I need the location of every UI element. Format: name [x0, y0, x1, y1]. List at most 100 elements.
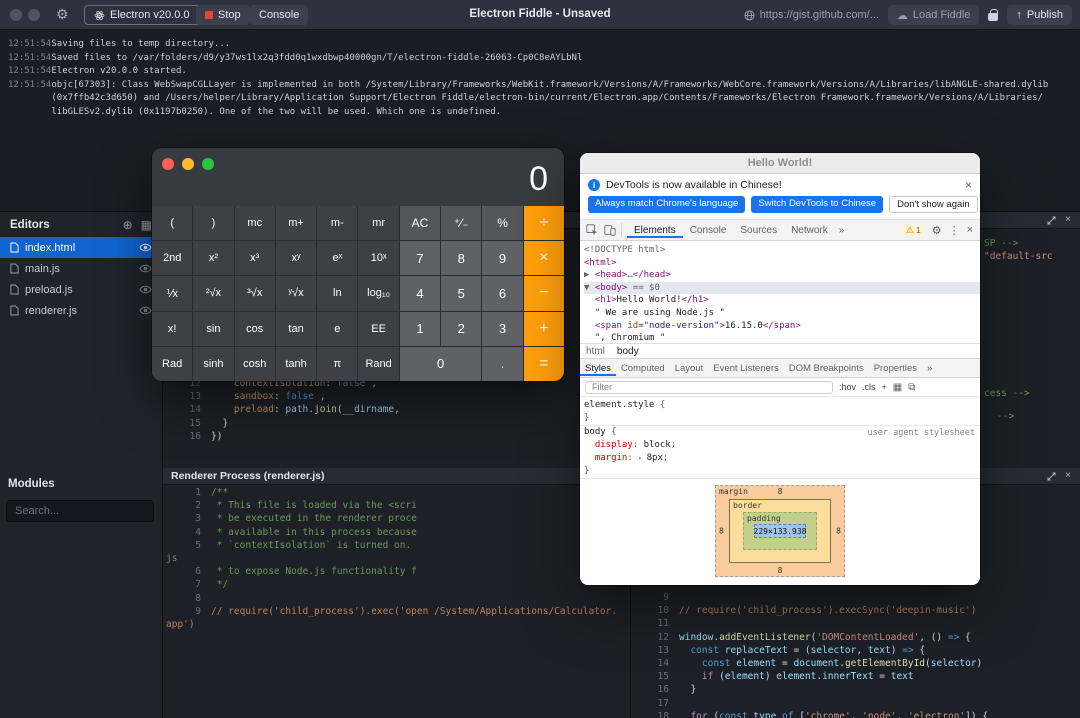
calc-key-2nd[interactable]: 2nd	[152, 241, 192, 275]
calc-key-−[interactable]: −	[524, 276, 564, 310]
calc-key-ln[interactable]: ln	[317, 276, 357, 310]
styles-tab-properties[interactable]: Properties	[869, 360, 922, 376]
dom-node[interactable]: <html>	[584, 257, 980, 270]
dom-node[interactable]: " We are using Node.js "	[584, 307, 980, 320]
device-toolbar-icon[interactable]	[604, 224, 616, 236]
styles-filter-input[interactable]	[585, 381, 833, 394]
load-fiddle-button[interactable]: ☁ Load Fiddle	[888, 5, 980, 25]
styles-tab-dom-breakpoints[interactable]: DOM Breakpoints	[784, 360, 869, 376]
breadcrumb-item-body[interactable]: body	[611, 346, 645, 357]
calc-key-x![interactable]: x!	[152, 312, 192, 346]
calc-key-Rand[interactable]: Rand	[358, 347, 398, 381]
calc-key-²√x[interactable]: ²√x	[193, 276, 233, 310]
publish-button[interactable]: ↑ Publish	[1007, 5, 1072, 25]
dom-node[interactable]: ▶ <head>…</head>	[584, 269, 980, 282]
class-toggle[interactable]: .cls	[862, 382, 876, 392]
inspect-element-icon[interactable]	[586, 224, 598, 236]
preload-code[interactable]: 910// require('child_process').execSync(…	[631, 591, 1080, 718]
calc-key-)[interactable]: )	[193, 206, 233, 240]
dom-node[interactable]: <span id="node-version">16.15.0</span>	[584, 320, 980, 333]
devtools-settings-gear-icon[interactable]: ⚙	[932, 224, 942, 237]
hello-window-titlebar[interactable]: Hello World!	[580, 153, 980, 174]
devtools-tab-elements[interactable]: Elements	[627, 222, 683, 238]
hover-state-toggle[interactable]: :hov	[839, 382, 856, 392]
styles-more-tabs-chevron[interactable]: »	[922, 360, 937, 376]
renderer-code[interactable]: 1/**2 * This file is loaded via the <scr…	[163, 486, 630, 631]
devtools-tab-network[interactable]: Network	[784, 222, 835, 238]
box-model-margin[interactable]: margin 8 8 8 8 border padding 229×133.93…	[715, 485, 845, 577]
devtools-kebab-menu-icon[interactable]: ⋮	[949, 224, 960, 237]
calc-key-+[interactable]: +	[524, 312, 564, 346]
add-editor-icon[interactable]: ⊕	[123, 218, 133, 232]
calc-key-5[interactable]: 5	[441, 276, 481, 310]
sidebar-file-index.html[interactable]: index.html	[0, 237, 162, 258]
sidebar-file-preload.js[interactable]: preload.js	[0, 279, 162, 300]
calc-key-e[interactable]: e	[317, 312, 357, 346]
calc-key-mc[interactable]: mc	[235, 206, 275, 240]
computed-grid-icon[interactable]: ▦	[893, 382, 902, 393]
box-model-content[interactable]: 229×133.938	[754, 524, 806, 538]
calc-key-=[interactable]: =	[524, 347, 564, 381]
modules-search-input[interactable]	[7, 501, 153, 521]
box-model-border[interactable]: border padding 229×133.938	[729, 499, 831, 563]
visibility-eye-icon[interactable]	[139, 306, 152, 315]
calc-key-cos[interactable]: cos	[235, 312, 275, 346]
calc-key-7[interactable]: 7	[400, 241, 440, 275]
expand-panel-icon[interactable]	[1047, 472, 1056, 481]
styles-tab-styles[interactable]: Styles	[580, 360, 616, 376]
calc-key-eˣ[interactable]: eˣ	[317, 241, 357, 275]
sidebar-file-renderer.js[interactable]: renderer.js	[0, 300, 162, 321]
calc-key-9[interactable]: 9	[482, 241, 522, 275]
calc-key-m+[interactable]: m+	[276, 206, 316, 240]
calc-key-6[interactable]: 6	[482, 276, 522, 310]
calc-key-([interactable]: (	[152, 206, 192, 240]
layout-grid-icon[interactable]: ▦	[141, 218, 152, 232]
calc-key-mr[interactable]: mr	[358, 206, 398, 240]
calc-key-π[interactable]: π	[317, 347, 357, 381]
breadcrumb-item-html[interactable]: html	[580, 346, 611, 357]
calc-key-log₁₀[interactable]: log₁₀	[358, 276, 398, 310]
expand-panel-icon[interactable]	[1047, 216, 1056, 225]
calc-key-tanh[interactable]: tanh	[276, 347, 316, 381]
infobar-button[interactable]: Always match Chrome's language	[588, 196, 745, 213]
calc-key-4[interactable]: 4	[400, 276, 440, 310]
visibility-eye-icon[interactable]	[139, 264, 152, 273]
more-tabs-chevron[interactable]: »	[835, 225, 849, 236]
calc-key-⅟x[interactable]: ⅟x	[152, 276, 192, 310]
infobar-close-icon[interactable]: ×	[965, 179, 972, 191]
visibility-eye-icon[interactable]	[139, 243, 152, 252]
calc-key-Rad[interactable]: Rad	[152, 347, 192, 381]
box-model-padding[interactable]: padding 229×133.938	[743, 512, 817, 550]
calc-key-tan[interactable]: tan	[276, 312, 316, 346]
calc-key-cosh[interactable]: cosh	[235, 347, 275, 381]
devtools-close-icon[interactable]: ×	[967, 224, 973, 236]
calc-key-10ˣ[interactable]: 10ˣ	[358, 241, 398, 275]
dom-node[interactable]: <h1>Hello World!</h1>	[584, 294, 980, 307]
calc-key-3[interactable]: 3	[482, 312, 522, 346]
gist-url-link[interactable]: https://gist.github.com/...	[744, 9, 879, 21]
dom-node[interactable]: <!DOCTYPE html>	[584, 244, 980, 257]
calc-key-⁺⁄₋[interactable]: ⁺⁄₋	[441, 206, 481, 240]
styles-tab-computed[interactable]: Computed	[616, 360, 670, 376]
close-panel-icon[interactable]: ×	[1065, 215, 1071, 225]
calc-key-ʸ√x[interactable]: ʸ√x	[276, 276, 316, 310]
warning-badge[interactable]: ⚠ 1	[902, 225, 925, 236]
styles-tab-layout[interactable]: Layout	[670, 360, 709, 376]
visibility-eye-icon[interactable]	[139, 285, 152, 294]
devtools-tab-console[interactable]: Console	[683, 222, 734, 238]
calc-key-÷[interactable]: ÷	[524, 206, 564, 240]
devtools-tab-sources[interactable]: Sources	[733, 222, 784, 238]
styles-tab-event-listeners[interactable]: Event Listeners	[708, 360, 783, 376]
calc-key-2[interactable]: 2	[441, 312, 481, 346]
calc-key-8[interactable]: 8	[441, 241, 481, 275]
main-code[interactable]: 12 contextIsolation: false ,13 sandbox: …	[163, 377, 630, 443]
calc-key-EE[interactable]: EE	[358, 312, 398, 346]
infobar-button[interactable]: Switch DevTools to Chinese	[751, 196, 883, 213]
calc-key-0[interactable]: 0	[400, 347, 482, 381]
sidebar-file-main.js[interactable]: main.js	[0, 258, 162, 279]
calc-key-%[interactable]: %	[482, 206, 522, 240]
layout-pane-icon[interactable]: ⧉	[908, 382, 915, 393]
dom-node[interactable]: ▼ <body> == $0	[584, 282, 980, 295]
calc-key-m-[interactable]: m-	[317, 206, 357, 240]
infobar-button[interactable]: Don't show again	[889, 196, 978, 213]
